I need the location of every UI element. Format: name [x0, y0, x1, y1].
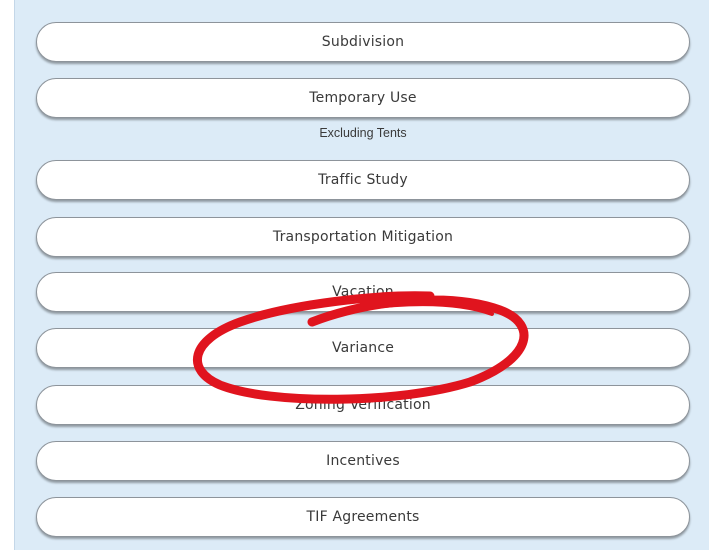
traffic-study-button[interactable]: Traffic Study: [36, 160, 690, 200]
vacation-button[interactable]: Vacation: [36, 272, 690, 312]
subdivision-button[interactable]: Subdivision: [36, 22, 690, 62]
temporary-use-button[interactable]: Temporary Use: [36, 78, 690, 118]
transportation-mitigation-button[interactable]: Transportation Mitigation: [36, 217, 690, 257]
variance-button[interactable]: Variance: [36, 328, 690, 368]
temporary-use-note: Excluding Tents: [319, 126, 407, 140]
incentives-button[interactable]: Incentives: [36, 441, 690, 481]
tif-agreements-button[interactable]: TIF Agreements: [36, 497, 690, 537]
zoning-verification-button[interactable]: Zoning Verification: [36, 385, 690, 425]
